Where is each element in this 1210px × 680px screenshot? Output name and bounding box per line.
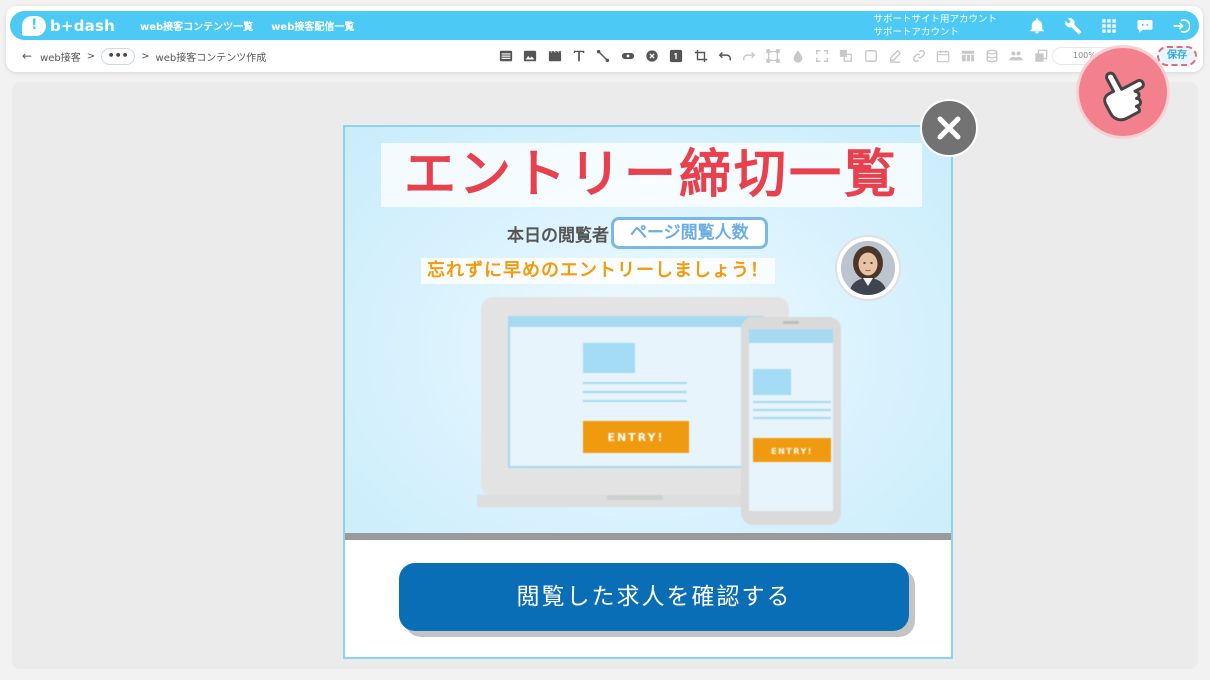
- calendar-icon[interactable]: [931, 47, 955, 65]
- phone-entry-label: ENTRY!: [771, 447, 813, 456]
- image-icon[interactable]: [518, 47, 542, 65]
- avatar: [835, 235, 901, 301]
- close-popup-button[interactable]: [920, 99, 978, 157]
- close-circle-icon[interactable]: [640, 47, 664, 65]
- brand-logo[interactable]: b+dash: [22, 15, 122, 36]
- list-icon[interactable]: [494, 47, 518, 65]
- number-icon[interactable]: [664, 47, 688, 65]
- popup-preview[interactable]: エントリー締切一覧 本日の閲覧者 ページ閲覧人数 忘れずに早めのエントリーしまし…: [343, 125, 953, 659]
- resize-icon[interactable]: [761, 47, 785, 65]
- square-icon[interactable]: [858, 47, 882, 65]
- top-navbar: b+dash web接客コンテンツ一覧 web接客配信一覧 サポートサイト用アカ…: [10, 11, 1199, 40]
- view-jobs-button[interactable]: 閲覧した求人を確認する: [399, 563, 909, 631]
- apps-grid-icon[interactable]: [1091, 17, 1127, 35]
- link-icon[interactable]: [907, 47, 931, 65]
- laptop-entry-label: ENTRY!: [607, 431, 664, 444]
- back-arrow-icon[interactable]: ←: [22, 49, 32, 63]
- line-icon[interactable]: [591, 47, 615, 65]
- users-icon[interactable]: [1004, 47, 1028, 65]
- breadcrumb-root[interactable]: web接客: [40, 49, 81, 64]
- nav-link-delivery-list[interactable]: web接客配信一覧: [271, 18, 354, 33]
- reminder-text: 忘れずに早めのエントリーしましょう！: [421, 258, 775, 284]
- account-line-2: サポートアカウント: [873, 26, 959, 38]
- table-icon[interactable]: [956, 47, 980, 65]
- text-icon[interactable]: [567, 47, 591, 65]
- account-info[interactable]: サポートサイト用アカウント サポートアカウント: [873, 13, 997, 39]
- logout-icon[interactable]: [1163, 17, 1199, 35]
- popup-banner: エントリー締切一覧 本日の閲覧者 ページ閲覧人数 忘れずに早めのエントリーしまし…: [345, 127, 951, 533]
- editor-toolbar: [494, 47, 1053, 65]
- account-line-1: サポートサイト用アカウント: [873, 13, 997, 25]
- drop-icon[interactable]: [786, 47, 810, 65]
- logo-icon: [22, 15, 46, 36]
- copy-icon[interactable]: [1029, 47, 1053, 65]
- save-button[interactable]: 保存: [1157, 46, 1197, 66]
- viewer-label: 本日の閲覧者: [507, 225, 609, 246]
- crop-icon[interactable]: [688, 47, 712, 65]
- breadcrumb-current: web接客コンテンツ作成: [155, 52, 267, 64]
- avatar-photo: [841, 241, 895, 295]
- undo-icon[interactable]: [713, 47, 737, 65]
- pen-icon[interactable]: [883, 47, 907, 65]
- database-icon[interactable]: [980, 47, 1004, 65]
- redo-icon[interactable]: [737, 47, 761, 65]
- breadcrumb-separator: >: [141, 50, 150, 62]
- popup-title: エントリー締切一覧: [403, 145, 899, 205]
- close-icon: [937, 116, 961, 140]
- layers-icon[interactable]: [834, 47, 858, 65]
- device-illustration: ENTRY! ENTRY!: [435, 295, 857, 529]
- wrench-icon[interactable]: [1055, 17, 1091, 35]
- banner-divider: [345, 533, 951, 540]
- logo-text: b+dash: [50, 16, 115, 35]
- bell-icon[interactable]: [1019, 17, 1055, 35]
- video-icon[interactable]: [543, 47, 567, 65]
- badge-icon[interactable]: [615, 47, 639, 65]
- pointing-hand-icon: [1076, 45, 1170, 139]
- nav-link-content-list[interactable]: web接客コンテンツ一覧: [140, 18, 253, 33]
- fullscreen-icon[interactable]: [810, 47, 834, 65]
- viewer-row: 本日の閲覧者 ページ閲覧人数: [507, 217, 768, 249]
- breadcrumb-ellipsis-button[interactable]: •••: [101, 47, 136, 65]
- viewer-count-field[interactable]: ページ閲覧人数: [611, 217, 768, 249]
- chat-support-icon[interactable]: [1127, 17, 1163, 35]
- breadcrumb-separator: >: [86, 50, 96, 62]
